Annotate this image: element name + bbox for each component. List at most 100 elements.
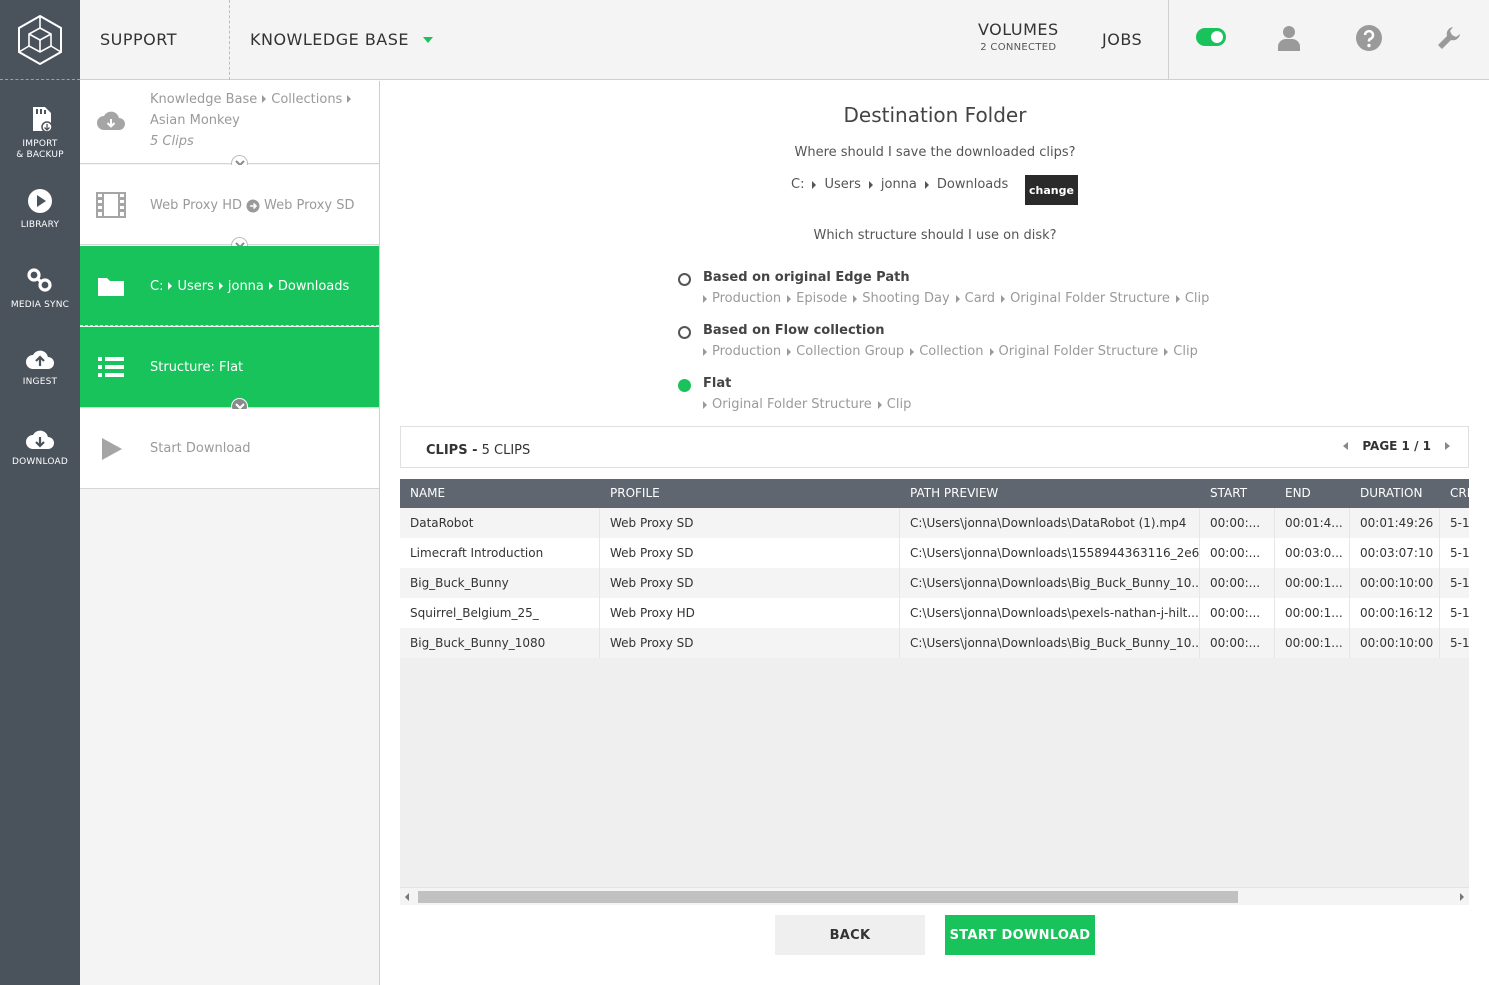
step-structure[interactable]: Structure: Flat [80,327,379,415]
table-row[interactable]: DataRobot Web Proxy SD C:\Users\jonna\Do… [400,508,1469,538]
path-segment: Downloads [936,177,1009,192]
toggle-knob [1211,31,1223,43]
column-header-end[interactable]: END [1275,479,1350,508]
crumb-separator [1164,347,1169,356]
step-profile[interactable]: Web Proxy HD Web Proxy SD [80,165,379,254]
step-folder[interactable]: C: Users jonna Downloads [80,246,379,326]
cell-start: 00:00:... [1200,538,1275,568]
cell-duration: 00:00:10:00 [1350,568,1440,598]
main-panel: Destination Folder Where should I save t… [381,81,1489,985]
column-header-profile[interactable]: PROFILE [600,479,900,508]
option-flow-collection-label[interactable]: Based on Flow collection [703,323,885,338]
horizontal-scrollbar[interactable] [400,887,1469,905]
crumb-separator [787,294,792,303]
clips-title: CLIPS - 5 CLIPS [426,443,530,458]
play-icon [96,434,126,464]
step-source[interactable]: Knowledge Base Collections Asian Monkey 5… [80,81,379,172]
option-flat-label[interactable]: Flat [703,376,731,391]
page-title: Destination Folder [843,103,1027,127]
column-header-name[interactable]: NAME [400,479,600,508]
cell-name: DataRobot [400,508,600,538]
volumes-button[interactable]: VOLUMES 2 CONNECTED [978,20,1059,53]
crumb-separator [703,347,707,356]
online-toggle[interactable] [1196,28,1226,46]
user-button[interactable] [1275,24,1303,52]
cell-path: C:\Users\jonna\Downloads\Big_Buck_Bunny_… [900,568,1200,598]
crumb-separator [703,294,707,303]
column-header-duration[interactable]: DURATION [1350,479,1440,508]
arrow-right-circle-icon [246,199,260,212]
play-circle-icon [28,189,52,213]
clips-header: CLIPS - 5 CLIPS PAGE 1 / 1 [400,426,1469,468]
scrollbar-thumb[interactable] [418,891,1238,903]
crumb-separator [787,347,792,356]
cell-path: C:\Users\jonna\Downloads\1558944363116_2… [900,538,1200,568]
path-segment: Production [712,291,782,306]
clips-table: NAME PROFILE PATH PREVIEW START END DURA… [400,479,1469,905]
help-button[interactable] [1355,24,1383,52]
crumb-knowledge-base: Knowledge Base [150,92,258,107]
crumb-separator [1001,294,1006,303]
cell-profile: Web Proxy HD [600,598,900,628]
support-link[interactable]: SUPPORT [100,30,177,49]
cell-start: 00:00:... [1200,598,1275,628]
jobs-button[interactable]: JOBS [1102,30,1142,49]
option-edge-path-structure: Production Episode Shooting Day Card Ori… [703,291,1215,306]
option-edge-path-label[interactable]: Based on original Edge Path [703,270,910,285]
settings-button[interactable] [1435,24,1463,52]
cell-name: Big_Buck_Bunny_1080 [400,628,600,658]
folder-downloads: Downloads [277,279,350,294]
column-header-created[interactable]: CRE [1440,479,1469,508]
rail-media-sync[interactable]: MEDIA SYNC [0,266,80,346]
scroll-left-icon[interactable] [405,893,409,901]
rail-import-backup[interactable]: IMPORT & BACKUP [0,105,80,185]
next-page-icon[interactable] [1445,442,1450,450]
cell-created: 5-1 [1450,546,1469,560]
radio-edge-path[interactable] [678,273,691,286]
path-segment: Original Folder Structure [998,344,1159,359]
path-segment: Users [824,177,861,192]
profile-from: Web Proxy HD [150,198,243,213]
step-folder-text: C: Users jonna Downloads [150,276,349,297]
table-row[interactable]: Squirrel_Belgium_25_ Web Proxy HD C:\Use… [400,598,1469,628]
pagination: PAGE 1 / 1 [1343,439,1450,453]
cell-profile: Web Proxy SD [600,628,900,658]
top-bar: SUPPORT KNOWLEDGE BASE VOLUMES 2 CONNECT… [80,0,1489,80]
profile-to: Web Proxy SD [264,198,355,213]
wrench-icon [1438,27,1460,49]
crumb-separator [910,347,915,356]
rail-library[interactable]: LIBRARY [0,188,80,268]
back-button[interactable]: BACK [775,915,925,955]
chevron-down-icon [423,36,433,43]
film-icon [96,190,126,220]
crumb-separator [989,347,994,356]
crumb-separator [168,282,173,290]
structure-question: Which structure should I use on disk? [813,228,1057,243]
knowledge-base-dropdown[interactable]: KNOWLEDGE BASE [250,30,433,49]
path-segment: Card [964,291,996,306]
table-row[interactable]: Big_Buck_Bunny_1080 Web Proxy SD C:\User… [400,628,1469,658]
cell-path: C:\Users\jonna\Downloads\Big_Buck_Bunny_… [900,628,1200,658]
rail-download[interactable]: DOWNLOAD [0,427,80,507]
table-row[interactable]: Limecraft Introduction Web Proxy SD C:\U… [400,538,1469,568]
path-segment: C: [791,177,805,192]
folder-icon [96,271,126,301]
cell-start: 00:00:... [1200,628,1275,658]
column-header-start[interactable]: START [1200,479,1275,508]
column-header-path[interactable]: PATH PREVIEW [900,479,1200,508]
start-download-button[interactable]: START DOWNLOAD [945,915,1095,955]
rail-ingest[interactable]: INGEST [0,347,80,427]
step-profile-text: Web Proxy HD Web Proxy SD [150,195,355,216]
table-header: NAME PROFILE PATH PREVIEW START END DURA… [400,479,1469,508]
prev-page-icon[interactable] [1343,442,1349,450]
step-start-download[interactable]: Start Download [80,409,379,489]
table-row[interactable]: Big_Buck_Bunny Web Proxy SD C:\Users\jon… [400,568,1469,598]
change-folder-button[interactable]: change [1025,175,1078,205]
step-structure-text: Structure: Flat [150,360,244,375]
cell-duration: 00:00:10:00 [1350,628,1440,658]
rail-media-sync-label: MEDIA SYNC [10,300,70,310]
scroll-right-icon[interactable] [1460,893,1464,901]
app-logo[interactable] [0,0,80,80]
radio-flow-collection[interactable] [678,326,691,339]
radio-flat[interactable] [678,379,691,392]
